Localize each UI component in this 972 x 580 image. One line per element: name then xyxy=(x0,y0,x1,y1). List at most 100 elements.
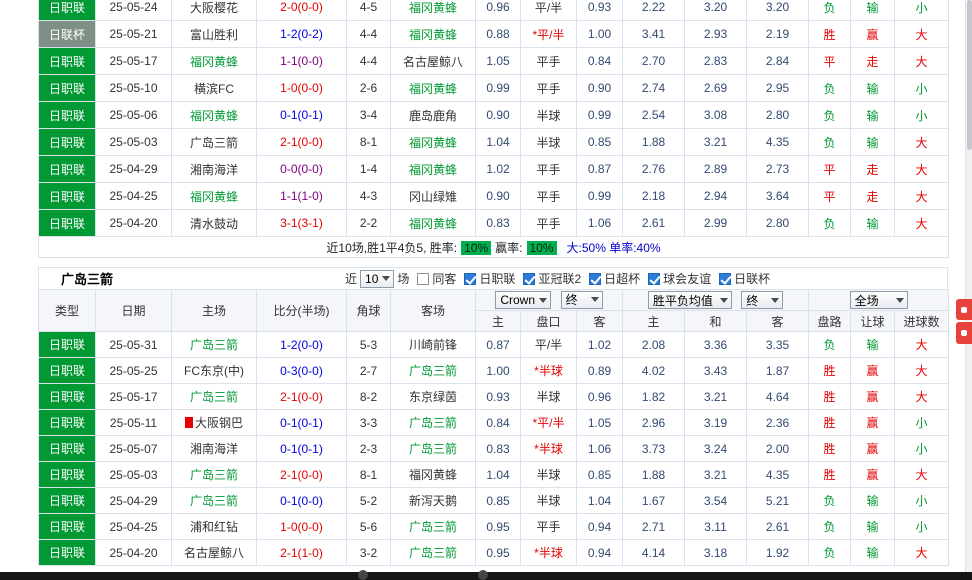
section-gap xyxy=(38,258,949,267)
home-team[interactable]: 广岛三箭 xyxy=(172,488,257,514)
away-team[interactable]: 新泻天鹅 xyxy=(391,488,476,514)
home-team[interactable]: 广岛三箭 xyxy=(172,462,257,488)
home-team[interactable]: 名古屋鲸八 xyxy=(172,540,257,566)
home-team[interactable]: 湘南海洋 xyxy=(172,436,257,462)
handicap-result: 胜 xyxy=(809,436,851,462)
scope-select[interactable]: 全场 xyxy=(850,291,908,309)
scrollbar-thumb[interactable] xyxy=(967,0,972,150)
home-team[interactable]: 大阪钢巴 xyxy=(172,410,257,436)
home-team[interactable]: 富山胜利 xyxy=(172,21,257,48)
away-team[interactable]: 广岛三箭 xyxy=(391,514,476,540)
match-count-select[interactable]: 10 xyxy=(360,270,394,288)
match-date: 25-04-20 xyxy=(96,210,172,237)
match-date: 25-04-29 xyxy=(96,488,172,514)
euro-draw-odds: 2.69 xyxy=(685,75,747,102)
euro-odds-group-header: 胜平负均值 终 xyxy=(623,290,809,311)
euro-mean-select[interactable]: 胜平负均值 xyxy=(648,291,732,309)
taskbar-icon[interactable] xyxy=(358,570,368,580)
away-team[interactable]: 福冈黄蜂 xyxy=(391,129,476,156)
team2-name: 广岛三箭 xyxy=(61,269,113,288)
away-team[interactable]: 广岛三箭 xyxy=(391,358,476,384)
subcol-giveball: 让球 xyxy=(851,311,895,332)
match-date: 25-04-25 xyxy=(96,514,172,540)
away-team[interactable]: 福冈黄蜂 xyxy=(391,462,476,488)
euro-draw-odds: 3.18 xyxy=(685,540,747,566)
home-team[interactable]: 广岛三箭 xyxy=(172,332,257,358)
euro-home-odds: 2.71 xyxy=(623,514,685,540)
match-score: 1-0(0-0) xyxy=(257,75,347,102)
league-filter-checkbox-acl2[interactable] xyxy=(523,273,535,285)
odds-source-select[interactable]: Crown xyxy=(495,291,551,309)
away-team[interactable]: 东京绿茵 xyxy=(391,384,476,410)
asian-home-odds: 0.83 xyxy=(476,436,521,462)
match-date: 25-05-25 xyxy=(96,358,172,384)
same-away-checkbox[interactable] xyxy=(417,273,429,285)
euro-home-odds: 2.74 xyxy=(623,75,685,102)
asian-home-odds: 1.04 xyxy=(476,462,521,488)
league-filter-checkbox-leaguecup[interactable] xyxy=(719,273,731,285)
home-team[interactable]: 大阪樱花 xyxy=(172,0,257,21)
asian-away-odds: 1.04 xyxy=(577,488,623,514)
away-team[interactable]: 福冈黄蜂 xyxy=(391,0,476,21)
taskbar-icon[interactable] xyxy=(478,570,488,580)
home-team[interactable]: 广岛三箭 xyxy=(172,384,257,410)
asian-away-odds: 0.94 xyxy=(577,540,623,566)
home-team[interactable]: 浦和红钻 xyxy=(172,514,257,540)
away-team[interactable]: 福冈黄蜂 xyxy=(391,21,476,48)
euro-draw-odds: 2.93 xyxy=(685,21,747,48)
handicap-result: 负 xyxy=(809,210,851,237)
euro-away-odds: 1.87 xyxy=(747,358,809,384)
result-group-header: 全场 xyxy=(809,290,949,311)
away-team[interactable]: 福冈黄蜂 xyxy=(391,156,476,183)
floating-widget-bottom[interactable] xyxy=(956,322,972,344)
away-team[interactable]: 福冈黄蜂 xyxy=(391,75,476,102)
asian-final-select[interactable]: 终 xyxy=(561,291,603,309)
corner-score: 2-6 xyxy=(347,75,391,102)
away-team[interactable]: 川崎前锋 xyxy=(391,332,476,358)
giveball-result: 输 xyxy=(851,102,895,129)
euro-home-odds: 2.18 xyxy=(623,183,685,210)
away-team[interactable]: 名古屋鲸八 xyxy=(391,48,476,75)
home-team[interactable]: 福冈黄蜂 xyxy=(172,183,257,210)
league-badge: 日职联 xyxy=(39,48,96,75)
giveball-result: 输 xyxy=(851,488,895,514)
home-team[interactable]: 福冈黄蜂 xyxy=(172,48,257,75)
match-date: 25-05-17 xyxy=(96,384,172,410)
euro-away-odds: 3.35 xyxy=(747,332,809,358)
euro-home-odds: 1.67 xyxy=(623,488,685,514)
league-filter-checkbox-jleague[interactable] xyxy=(464,273,476,285)
asian-odds-group-header: Crown 终 xyxy=(476,290,623,311)
giveball-result: 输 xyxy=(851,75,895,102)
home-team[interactable]: FC东京(中) xyxy=(172,358,257,384)
match-score: 0-1(0-0) xyxy=(257,488,347,514)
match-row: 日职联25-05-25FC东京(中)0-3(0-0)2-7广岛三箭1.00*半球… xyxy=(39,358,949,384)
euro-final-select[interactable]: 终 xyxy=(741,291,783,309)
handicap-result: 胜 xyxy=(809,358,851,384)
league-filter-checkbox-friendly[interactable] xyxy=(648,273,660,285)
home-team[interactable]: 湘南海洋 xyxy=(172,156,257,183)
home-team[interactable]: 清水鼓动 xyxy=(172,210,257,237)
away-team[interactable]: 广岛三箭 xyxy=(391,436,476,462)
match-date: 25-05-06 xyxy=(96,102,172,129)
taskbar[interactable] xyxy=(0,572,972,580)
home-team[interactable]: 广岛三箭 xyxy=(172,129,257,156)
away-team[interactable]: 冈山绿雉 xyxy=(391,183,476,210)
chevron-down-icon xyxy=(771,298,779,303)
league-badge: 日职联 xyxy=(39,183,96,210)
match-score: 2-0(0-0) xyxy=(257,0,347,21)
home-team[interactable]: 福冈黄蜂 xyxy=(172,102,257,129)
chevron-down-icon xyxy=(539,298,547,303)
league-filter-checkbox-supercup[interactable] xyxy=(589,273,601,285)
match-score: 0-0(0-0) xyxy=(257,156,347,183)
away-team[interactable]: 广岛三箭 xyxy=(391,410,476,436)
floating-widget-top[interactable] xyxy=(956,299,972,320)
away-team[interactable]: 广岛三箭 xyxy=(391,540,476,566)
home-team[interactable]: 横滨FC xyxy=(172,75,257,102)
giveball-result: 输 xyxy=(851,210,895,237)
league-badge: 日职联 xyxy=(39,488,96,514)
away-team[interactable]: 鹿岛鹿角 xyxy=(391,102,476,129)
match-date: 25-05-03 xyxy=(96,462,172,488)
page-scrollbar[interactable] xyxy=(965,0,972,580)
away-team[interactable]: 福冈黄蜂 xyxy=(391,210,476,237)
corner-score: 5-6 xyxy=(347,514,391,540)
